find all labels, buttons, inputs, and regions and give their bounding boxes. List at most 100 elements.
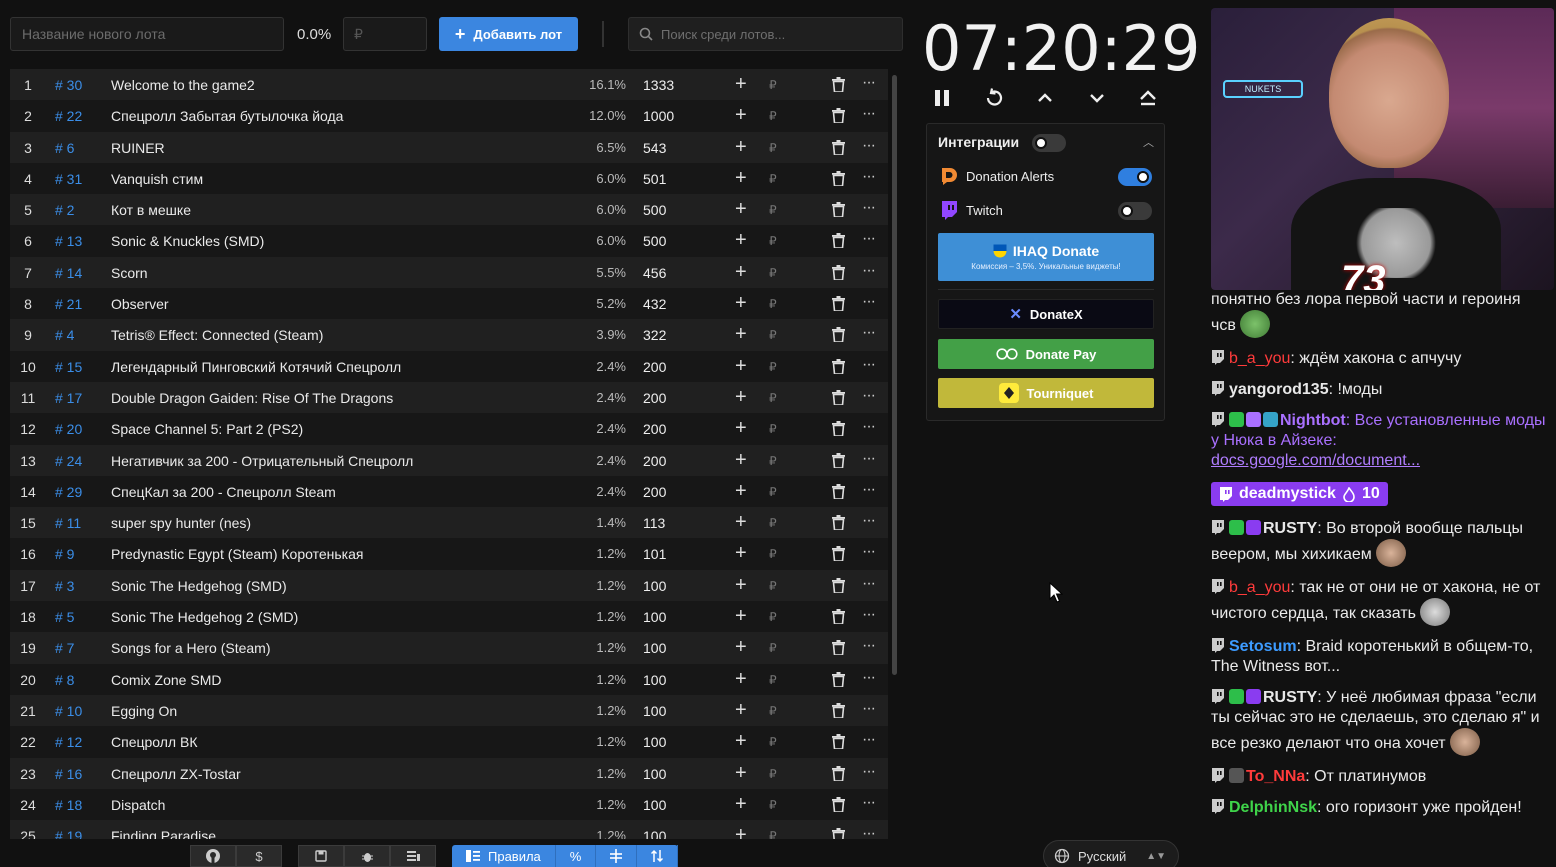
more-options-icon[interactable]: ··· <box>862 105 876 123</box>
more-options-icon[interactable]: ··· <box>862 763 876 781</box>
lot-amount[interactable]: 543 <box>643 140 666 156</box>
add-amount-plus-icon[interactable]: + <box>735 449 747 472</box>
trash-icon[interactable] <box>832 108 845 124</box>
lot-amount[interactable]: 100 <box>643 609 666 625</box>
donatepay-button[interactable]: Donate Pay <box>938 339 1154 369</box>
lot-id-link[interactable]: # 2 <box>55 202 74 218</box>
more-options-icon[interactable]: ··· <box>862 356 876 374</box>
chat-username[interactable]: RUSTY <box>1263 520 1317 537</box>
time-up-button[interactable] <box>1033 86 1057 110</box>
trash-icon[interactable] <box>832 671 845 687</box>
trash-icon[interactable] <box>832 421 845 437</box>
add-amount-plus-icon[interactable]: + <box>735 605 747 628</box>
lot-amount[interactable]: 101 <box>643 546 666 562</box>
lot-name[interactable]: Space Channel 5: Part 2 (PS2) <box>111 421 303 437</box>
lot-name[interactable]: Comix Zone SMD <box>111 672 221 688</box>
lot-id-link[interactable]: # 10 <box>55 703 82 719</box>
lot-name[interactable]: Double Dragon Gaiden: Rise Of The Dragon… <box>111 390 393 406</box>
lot-amount[interactable]: 200 <box>643 421 666 437</box>
lot-id-link[interactable]: # 8 <box>55 672 74 688</box>
split-button[interactable] <box>596 845 638 867</box>
more-options-icon[interactable]: ··· <box>862 324 876 342</box>
more-options-icon[interactable]: ··· <box>862 262 876 280</box>
lot-id-link[interactable]: # 4 <box>55 327 74 343</box>
lot-id-link[interactable]: # 30 <box>55 77 82 93</box>
more-options-icon[interactable]: ··· <box>862 481 876 499</box>
trash-icon[interactable] <box>832 233 845 249</box>
lot-name[interactable]: Негативчик за 200 - Отрицательный Спецро… <box>111 453 413 469</box>
lot-amount[interactable]: 200 <box>643 453 666 469</box>
more-options-icon[interactable]: ··· <box>862 543 876 561</box>
lot-name[interactable]: Спецролл Забытая бутылочка йода <box>111 108 343 124</box>
add-amount-plus-icon[interactable]: + <box>735 793 747 816</box>
chat-username[interactable]: To_NNa <box>1246 768 1305 785</box>
lot-amount[interactable]: 113 <box>643 515 665 531</box>
add-amount-plus-icon[interactable]: + <box>735 229 747 252</box>
lot-amount[interactable]: 432 <box>643 296 666 312</box>
more-options-icon[interactable]: ··· <box>862 418 876 436</box>
clear-lots-button[interactable] <box>390 845 436 867</box>
lot-search[interactable] <box>628 17 903 51</box>
rules-button[interactable]: Правила <box>452 845 556 867</box>
trash-icon[interactable] <box>832 702 845 718</box>
more-options-icon[interactable]: ··· <box>862 731 876 749</box>
lot-name[interactable]: Кот в мешке <box>111 202 191 218</box>
more-options-icon[interactable]: ··· <box>862 700 876 718</box>
trash-icon[interactable] <box>832 609 845 625</box>
lot-id-link[interactable]: # 17 <box>55 390 82 406</box>
add-amount-plus-icon[interactable]: + <box>735 198 747 221</box>
more-options-icon[interactable]: ··· <box>862 293 876 311</box>
trash-icon[interactable] <box>832 546 845 562</box>
lot-id-link[interactable]: # 13 <box>55 233 82 249</box>
lot-name[interactable]: Scorn <box>111 265 148 281</box>
double-up-button[interactable] <box>1136 86 1160 110</box>
more-options-icon[interactable]: ··· <box>862 137 876 155</box>
more-options-icon[interactable]: ··· <box>862 825 876 839</box>
lot-name[interactable]: Sonic & Knuckles (SMD) <box>111 233 264 249</box>
percent-toggle-button[interactable]: % <box>556 845 597 867</box>
chat-username[interactable]: Nightbot <box>1280 412 1346 429</box>
lot-name[interactable]: Finding Paradise <box>111 828 216 839</box>
trash-icon[interactable] <box>832 796 845 812</box>
trash-icon[interactable] <box>832 296 845 312</box>
lot-id-link[interactable]: # 11 <box>55 515 81 531</box>
add-amount-plus-icon[interactable]: + <box>735 417 747 440</box>
table-scrollbar[interactable] <box>892 75 897 675</box>
trash-icon[interactable] <box>832 139 845 155</box>
add-amount-plus-icon[interactable]: + <box>735 480 747 503</box>
trash-icon[interactable] <box>832 640 845 656</box>
lot-name[interactable]: Dispatch <box>111 797 165 813</box>
integrations-toggle[interactable] <box>1032 134 1066 152</box>
search-input[interactable] <box>661 26 891 42</box>
lot-name[interactable]: СпецКал за 200 - Спецролл Steam <box>111 484 336 500</box>
lot-id-link[interactable]: # 31 <box>55 171 82 187</box>
lot-id-link[interactable]: # 3 <box>55 578 74 594</box>
lot-amount[interactable]: 100 <box>643 766 666 782</box>
lot-id-link[interactable]: # 29 <box>55 484 82 500</box>
pause-button[interactable] <box>930 86 954 110</box>
trash-icon[interactable] <box>832 264 845 280</box>
lot-id-link[interactable]: # 18 <box>55 797 82 813</box>
new-lot-name-input[interactable] <box>10 17 284 51</box>
lot-id-link[interactable]: # 9 <box>55 546 74 562</box>
trash-icon[interactable] <box>832 577 845 593</box>
add-amount-plus-icon[interactable]: + <box>735 73 747 96</box>
lot-name[interactable]: RUINER <box>111 140 165 156</box>
donatex-button[interactable]: ✕ DonateX <box>938 299 1154 329</box>
more-options-icon[interactable]: ··· <box>862 606 876 624</box>
lot-name[interactable]: Sonic The Hedgehog (SMD) <box>111 578 287 594</box>
add-amount-plus-icon[interactable]: + <box>735 167 747 190</box>
more-options-icon[interactable]: ··· <box>862 637 876 655</box>
lot-name[interactable]: super spy hunter (nes) <box>111 515 251 531</box>
trash-icon[interactable] <box>832 765 845 781</box>
lot-amount[interactable]: 100 <box>643 640 666 656</box>
bug-report-button[interactable] <box>344 845 390 867</box>
lot-name[interactable]: Welcome to the game2 <box>111 77 255 93</box>
lot-name[interactable]: Sonic The Hedgehog 2 (SMD) <box>111 609 298 625</box>
more-options-icon[interactable]: ··· <box>862 575 876 593</box>
lot-name[interactable]: Tetris® Effect: Connected (Steam) <box>111 327 323 343</box>
lot-id-link[interactable]: # 7 <box>55 640 74 656</box>
trash-icon[interactable] <box>832 828 845 839</box>
lot-id-link[interactable]: # 22 <box>55 108 82 124</box>
lot-amount[interactable]: 100 <box>643 797 666 813</box>
